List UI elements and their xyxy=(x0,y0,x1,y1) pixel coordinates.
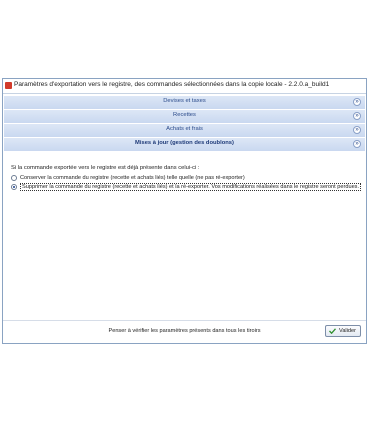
option-keep-existing[interactable]: Conserver la commande du registre (recet… xyxy=(11,174,361,183)
chevron-collapse-icon[interactable]: » xyxy=(353,98,361,106)
section-achats-frais[interactable]: Achats et frais » xyxy=(4,124,365,138)
section-mises-a-jour[interactable]: Mises à jour (gestion des doublons) » xyxy=(4,138,365,152)
export-settings-window: Paramètres d'exportation vers le registr… xyxy=(2,78,367,344)
validate-button-label: Valider xyxy=(339,328,356,334)
section-label: Achats et frais xyxy=(166,126,203,132)
title-bar[interactable]: Paramètres d'exportation vers le registr… xyxy=(3,79,366,94)
section-label: Devises et taxes xyxy=(163,98,206,104)
window-title: Paramètres d'exportation vers le registr… xyxy=(14,81,330,88)
checkmark-icon xyxy=(329,328,336,334)
option-replace-existing[interactable]: Supprimer la commande du registre (recet… xyxy=(11,183,362,192)
section-recettes[interactable]: Recettes » xyxy=(4,110,365,124)
footer-bar: Penser à vérifier les paramètres présent… xyxy=(3,320,366,343)
radio-replace-existing[interactable] xyxy=(11,184,17,190)
chevron-collapse-icon[interactable]: » xyxy=(353,126,361,134)
chevron-collapse-icon[interactable]: » xyxy=(353,112,361,120)
section-devises-taxes[interactable]: Devises et taxes » xyxy=(4,96,365,110)
validate-button[interactable]: Valider xyxy=(325,325,361,337)
app-icon xyxy=(5,82,12,89)
drawer-sections: Devises et taxes » Recettes » Achats et … xyxy=(4,96,365,152)
option-label: Conserver la commande du registre (recet… xyxy=(20,175,245,181)
section-label: Mises à jour (gestion des doublons) xyxy=(135,140,234,146)
radio-keep-existing[interactable] xyxy=(11,175,17,181)
update-settings-panel: Si la commande exportée vers le registre… xyxy=(11,165,362,192)
footer-hint: Penser à vérifier les paramètres présent… xyxy=(108,328,261,334)
chevron-expand-icon[interactable]: » xyxy=(353,140,361,148)
section-label: Recettes xyxy=(173,112,196,118)
duplicate-question: Si la commande exportée vers le registre… xyxy=(11,165,200,171)
option-label: Supprimer la commande du registre (recet… xyxy=(20,183,362,191)
